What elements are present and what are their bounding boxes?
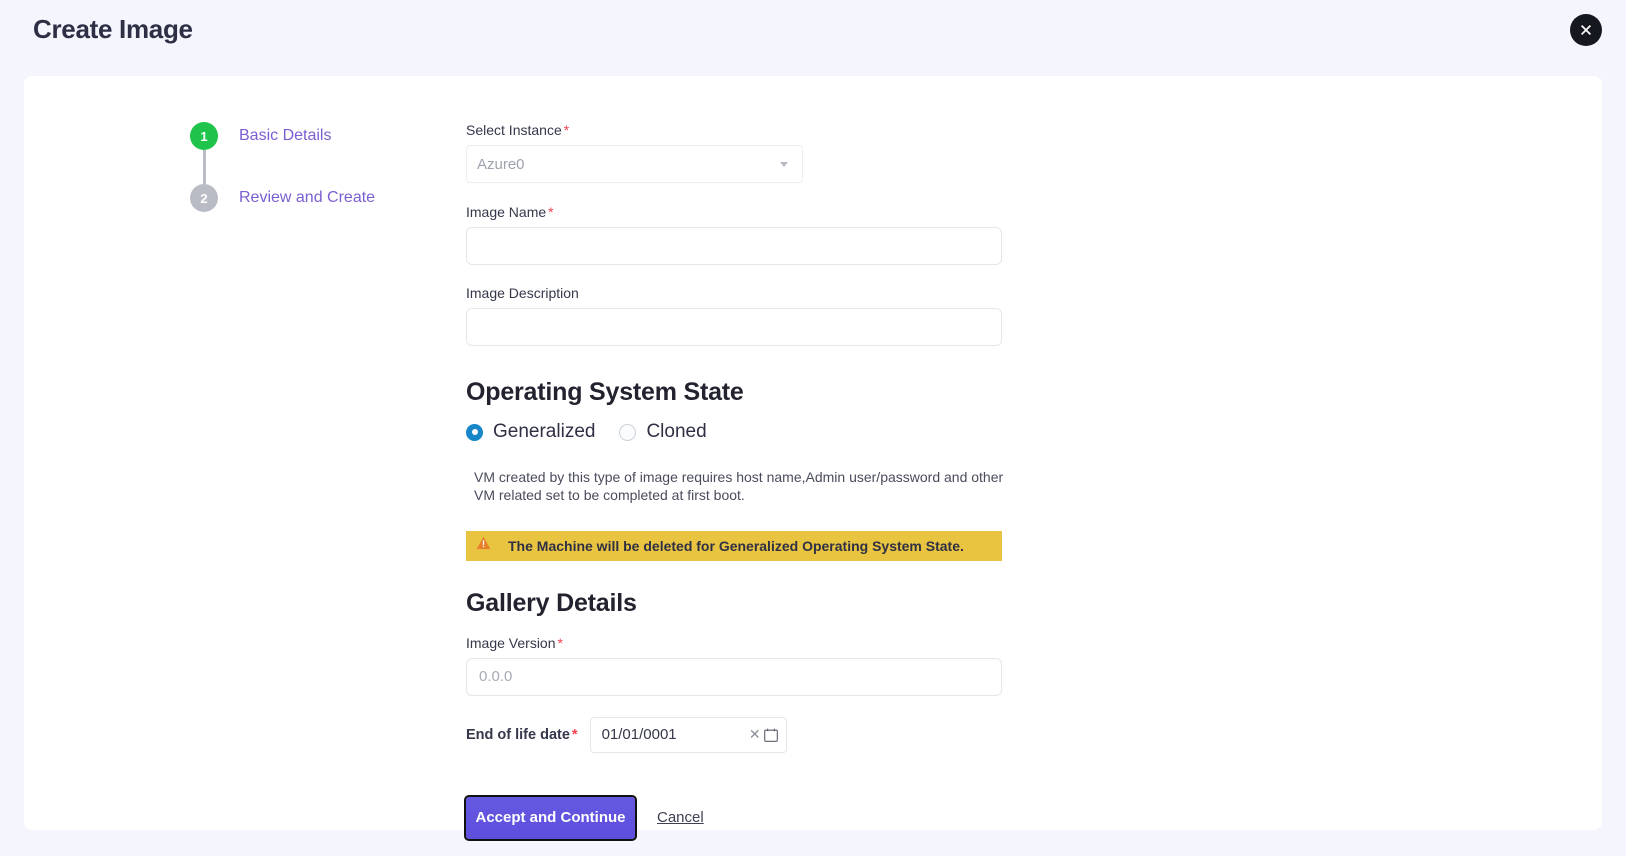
radio-cloned[interactable]: Cloned xyxy=(619,421,707,443)
required-asterisk: * xyxy=(563,122,570,138)
radio-generalized-label: Generalized xyxy=(493,421,596,442)
field-end-of-life-date: End of life date * 01/01/0001 ✕ xyxy=(466,716,1166,753)
field-select-instance: Select Instance * Azure0 xyxy=(466,122,1166,183)
gallery-details-heading: Gallery Details xyxy=(466,588,637,617)
stepper-connector xyxy=(203,150,206,184)
image-description-input[interactable] xyxy=(466,308,1002,346)
required-asterisk: * xyxy=(548,204,554,220)
step-label: Basic Details xyxy=(239,127,332,144)
select-instance-dropdown[interactable]: Azure0 xyxy=(466,145,803,183)
stepper-step-review-and-create[interactable]: 2 Review and Create xyxy=(190,184,420,212)
field-image-description: Image Description xyxy=(466,285,1166,346)
clear-icon[interactable]: ✕ xyxy=(749,726,761,743)
required-asterisk: * xyxy=(571,726,578,743)
warning-banner-text: The Machine will be deleted for Generali… xyxy=(508,537,964,554)
field-image-version: Image Version * xyxy=(466,635,1166,696)
chevron-down-icon xyxy=(780,161,788,167)
close-button[interactable] xyxy=(1570,14,1602,46)
end-of-life-date-input[interactable]: 01/01/0001 ✕ xyxy=(589,716,787,753)
image-version-input[interactable] xyxy=(466,657,1002,696)
content-card: 1 Basic Details 2 Review and Create Sele… xyxy=(24,76,1602,841)
cancel-button[interactable]: Cancel xyxy=(657,809,704,826)
end-of-life-date-value: 01/01/0001 xyxy=(601,726,677,744)
radio-unselected-icon xyxy=(619,423,637,441)
required-asterisk: * xyxy=(557,634,563,651)
end-of-life-date-label: End of life date * xyxy=(466,726,578,743)
select-instance-label: Select Instance * xyxy=(466,122,570,138)
select-instance-value: Azure0 xyxy=(477,155,525,173)
radio-cloned-label: Cloned xyxy=(646,421,707,442)
stepper-step-basic-details[interactable]: 1 Basic Details xyxy=(190,122,420,150)
warning-triangle-icon xyxy=(476,536,491,555)
image-name-input[interactable] xyxy=(466,227,1002,265)
os-state-heading: Operating System State xyxy=(466,378,744,406)
radio-generalized[interactable]: Generalized xyxy=(466,421,595,443)
form-column: Select Instance * Azure0 Image Name * Imag… xyxy=(464,122,1166,841)
os-state-radio-group: Generalized Cloned xyxy=(466,421,1166,443)
page-title: Create Image xyxy=(33,14,193,44)
image-version-label: Image Version * xyxy=(466,634,563,651)
image-description-label: Image Description xyxy=(466,285,579,301)
accept-and-continue-button[interactable]: Accept and Continue xyxy=(464,794,637,841)
close-icon xyxy=(1578,22,1594,38)
warning-banner: The Machine will be deleted for Generali… xyxy=(466,530,1002,561)
step-label: Review and Create xyxy=(239,189,376,206)
step-number-badge: 1 xyxy=(190,122,218,150)
form-actions: Accept and Continue Cancel xyxy=(464,794,1166,841)
page-header: Create Image xyxy=(0,0,1626,76)
os-state-help-text: VM created by this type of image require… xyxy=(474,469,1004,503)
step-number-badge: 2 xyxy=(190,184,218,212)
radio-selected-icon xyxy=(466,423,483,441)
stepper: 1 Basic Details 2 Review and Create xyxy=(190,122,420,212)
image-name-label: Image Name * xyxy=(466,204,554,220)
calendar-icon[interactable] xyxy=(763,728,778,742)
field-image-name: Image Name * xyxy=(466,204,1166,265)
